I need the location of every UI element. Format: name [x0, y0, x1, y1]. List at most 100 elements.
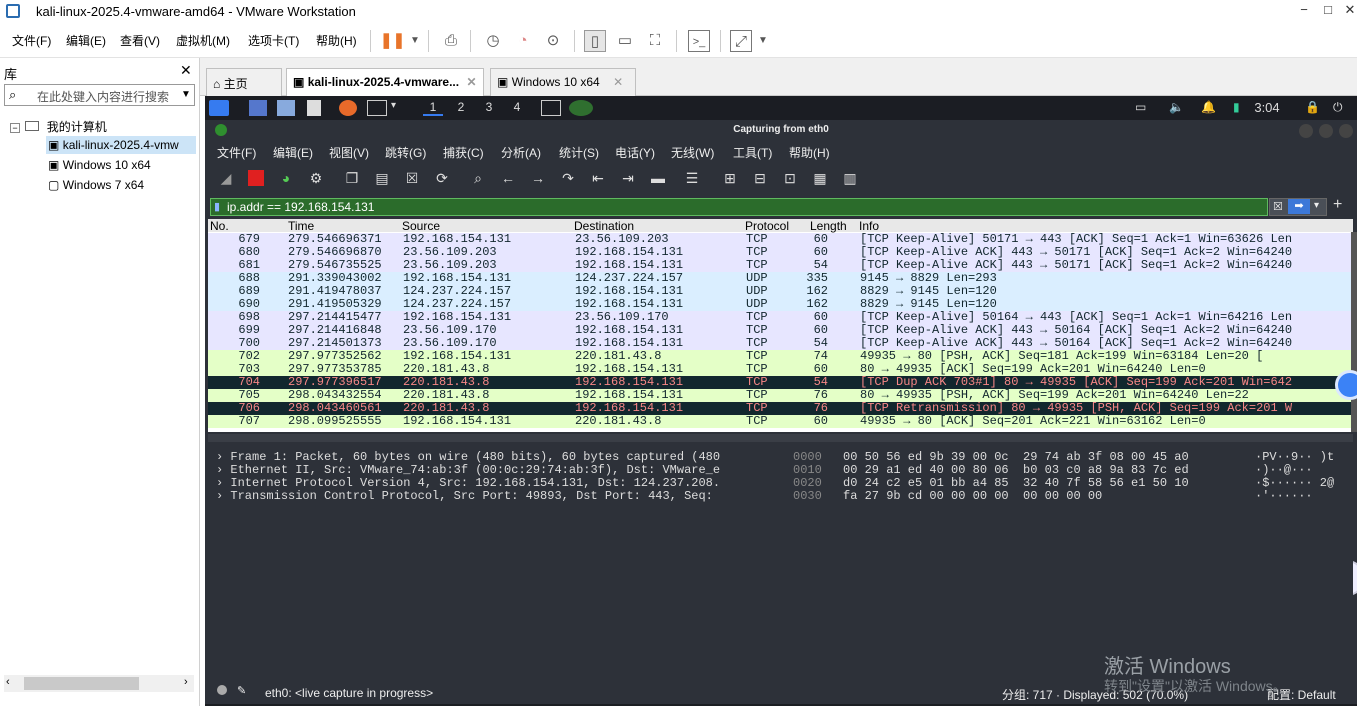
battery-icon[interactable]: ▮	[1233, 100, 1240, 116]
details-frame[interactable]: › Frame 1: Packet, 60 bytes on wire (480…	[216, 450, 720, 464]
horizontal-scrollbar[interactable]: ‹ ›	[4, 675, 194, 692]
pause-icon[interactable]: ❚❚	[380, 30, 405, 52]
close-icon[interactable]: ✕	[466, 75, 476, 89]
fullscreen-icon[interactable]: ⛶	[644, 30, 666, 52]
table-row[interactable]: 700 297.214501373 23.56.109.170 192.168.154…	[208, 337, 1353, 350]
ws-menu-tools[interactable]: 工具(T)	[733, 144, 772, 161]
table-row[interactable]: 706 298.043460561 220.181.43.8 192.168.154.…	[208, 402, 1353, 415]
goto-packet-icon[interactable]: ↷	[557, 167, 579, 189]
col-info[interactable]: Info	[859, 219, 879, 233]
zoom-in-icon[interactable]: ⊞	[719, 167, 741, 189]
table-row[interactable]: 705 298.043432554 220.181.43.8 192.168.154.…	[208, 389, 1353, 402]
menu-view[interactable]: 查看(V)	[120, 32, 160, 49]
normal-size-icon[interactable]: ⊡	[779, 167, 801, 189]
notifications-icon[interactable]: 🔔	[1201, 100, 1216, 116]
firefox-icon[interactable]	[339, 100, 357, 116]
bookmark-icon[interactable]: ▮	[214, 200, 220, 213]
menu-file[interactable]: 文件(F)	[12, 32, 51, 49]
col-time[interactable]: Time	[288, 219, 314, 233]
table-row[interactable]: 698 297.214415477 192.168.154.131 23.56.109…	[208, 311, 1353, 324]
lock-icon[interactable]: 🔒	[1305, 100, 1320, 116]
next-packet-icon[interactable]: →	[527, 167, 549, 189]
packet-list[interactable]: No. Time Source Destination Protocol Len…	[208, 219, 1353, 432]
col-protocol[interactable]: Protocol	[745, 219, 789, 233]
scroll-left-icon[interactable]: ‹	[6, 676, 10, 688]
first-packet-icon[interactable]: ⇤	[587, 167, 609, 189]
table-row[interactable]: 680 279.546696870 23.56.109.203 192.168.154…	[208, 246, 1353, 259]
capture-options-icon[interactable]: ⚙	[305, 167, 327, 189]
packet-list-scrollbar[interactable]	[1351, 232, 1357, 432]
reload-file-icon[interactable]: ⟳	[431, 167, 453, 189]
menu-edit[interactable]: 编辑(E)	[66, 32, 106, 49]
console-view-icon[interactable]: ▭	[614, 30, 636, 52]
layout-icon[interactable]: ▥	[839, 167, 861, 189]
table-row[interactable]: 689 291.419478037 124.237.224.157 192.168.1…	[208, 285, 1353, 298]
ws-menu-help[interactable]: 帮助(H)	[789, 144, 830, 161]
vm-console[interactable]: ▾ 1 2 3 4 ▭ 🔈 🔔 ▮ 3:04 🔒 ⏻ Capturing fro…	[205, 96, 1357, 706]
ws-menu-file[interactable]: 文件(F)	[217, 144, 256, 161]
show-desktop-icon[interactable]	[249, 100, 267, 116]
ws-menu-wireless[interactable]: 无线(W)	[671, 144, 714, 161]
win-max-button[interactable]	[1319, 124, 1333, 138]
start-capture-icon[interactable]: ◢	[215, 167, 237, 189]
close-file-icon[interactable]: ☒	[401, 167, 423, 189]
text-editor-icon[interactable]	[307, 100, 321, 116]
save-file-icon[interactable]: ▤	[371, 167, 393, 189]
win-close-button[interactable]	[1339, 124, 1353, 138]
snapshot-manager-icon[interactable]: ⊙	[542, 30, 564, 52]
col-destination[interactable]: Destination	[574, 219, 634, 233]
task-wireshark-icon[interactable]	[569, 100, 593, 116]
tree-root[interactable]: − 我的计算机	[10, 118, 107, 135]
restart-capture-icon[interactable]: ◕	[275, 167, 297, 189]
table-row[interactable]: 679 279.546696371 192.168.154.131 23.56.109…	[208, 233, 1353, 246]
open-file-icon[interactable]: ❐	[341, 167, 363, 189]
details-ethernet[interactable]: › Ethernet II, Src: VMware_74:ab:3f (00:…	[216, 463, 720, 477]
menu-help[interactable]: 帮助(H)	[316, 32, 357, 49]
power-icon[interactable]: ⏻	[1333, 100, 1343, 116]
add-filter-button[interactable]: +	[1333, 196, 1342, 214]
ws-menu-capture[interactable]: 捕获(C)	[443, 144, 484, 161]
details-ip[interactable]: › Internet Protocol Version 4, Src: 192.…	[216, 476, 720, 490]
display-icon[interactable]: ▭	[1135, 100, 1146, 116]
details-tcp[interactable]: › Transmission Control Protocol, Src Por…	[216, 489, 713, 503]
terminal-icon[interactable]: >_	[688, 30, 710, 52]
snapshot-icon[interactable]: ◷	[482, 30, 504, 52]
workspace-1[interactable]: 1	[423, 100, 443, 116]
col-source[interactable]: Source	[402, 219, 440, 233]
tree-item-kali[interactable]: ▣ kali-linux-2025.4-vmw	[46, 136, 196, 154]
tab-win10[interactable]: ▣ Windows 10 x64 ✕	[490, 68, 636, 96]
apply-filter-icon[interactable]: ➡	[1288, 199, 1310, 214]
ws-menu-analyze[interactable]: 分析(A)	[501, 144, 541, 161]
tab-home[interactable]: ⌂ 主页	[206, 68, 282, 96]
tab-kali[interactable]: ▣ kali-linux-2025.4-vmware... ✕	[286, 68, 484, 96]
scroll-right-icon[interactable]: ›	[184, 676, 188, 688]
ws-menu-view[interactable]: 视图(V)	[329, 144, 369, 161]
resize-columns-icon[interactable]: ▦	[809, 167, 831, 189]
col-no[interactable]: No.	[210, 219, 229, 233]
table-row[interactable]: 681 279.546735525 23.56.109.203 192.168.154…	[208, 259, 1353, 272]
clock[interactable]: 3:04	[1247, 100, 1287, 116]
chevron-down-icon[interactable]: ▼	[752, 30, 774, 52]
display-filter[interactable]: ▮	[210, 198, 1268, 216]
chevron-down-icon[interactable]: ▼	[181, 89, 191, 100]
ws-menu-telephony[interactable]: 电话(Y)	[615, 144, 655, 161]
volume-icon[interactable]: 🔈	[1169, 100, 1184, 116]
table-row[interactable]: 704 297.977396517 220.181.43.8 192.168.154.…	[208, 376, 1353, 389]
table-row[interactable]: 703 297.977353785 220.181.43.8 192.168.154.…	[208, 363, 1353, 376]
workspace-4[interactable]: 4	[507, 100, 527, 116]
last-packet-icon[interactable]: ⇥	[617, 167, 639, 189]
clear-filter-icon[interactable]: ☒	[1273, 200, 1283, 213]
scrollbar-thumb[interactable]	[24, 677, 139, 690]
revert-snapshot-icon[interactable]: ◔	[512, 30, 534, 52]
table-row[interactable]: 707 298.099525555 192.168.154.131 220.181.4…	[208, 415, 1353, 428]
zoom-out-icon[interactable]: ⊟	[749, 167, 771, 189]
tree-item-win7[interactable]: ▢ Windows 7 x64	[48, 178, 144, 192]
packet-details[interactable]: › Frame 1: Packet, 60 bytes on wire (480…	[208, 448, 785, 688]
table-row[interactable]: 688 291.339043002 192.168.154.131 124.237.2…	[208, 272, 1353, 285]
find-packet-icon[interactable]: ⌕	[467, 167, 489, 189]
ws-menu-go[interactable]: 跳转(G)	[385, 144, 426, 161]
col-length[interactable]: Length	[810, 219, 847, 233]
terminal-icon[interactable]	[367, 100, 387, 116]
file-manager-icon[interactable]	[277, 100, 295, 116]
tree-item-win10[interactable]: ▣ Windows 10 x64	[48, 158, 151, 172]
